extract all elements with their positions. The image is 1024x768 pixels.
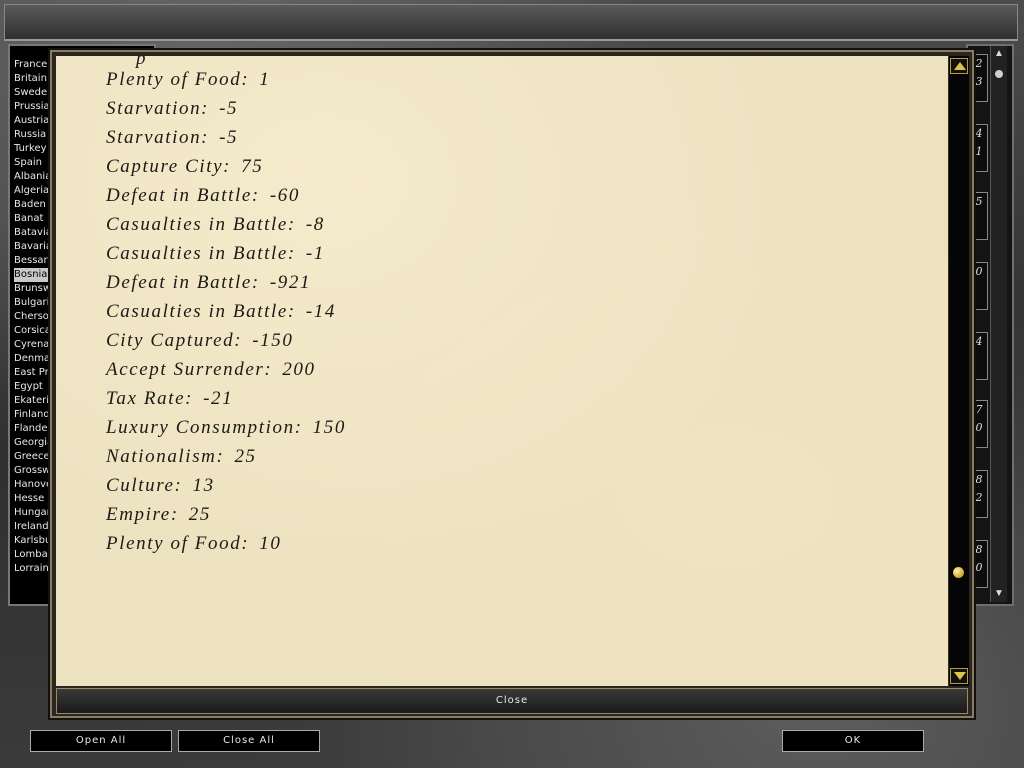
- log-list: Plenty of Food: 1 Starvation: -5 Starvation:…: [106, 65, 346, 558]
- log-entry-value: 10: [259, 533, 282, 554]
- log-entry: Empire: 25: [106, 500, 346, 529]
- log-entry: City Captured: -150: [106, 326, 346, 355]
- outer-scrollbar[interactable]: ▲ ▼: [990, 46, 1007, 602]
- scroll-down-button[interactable]: [950, 668, 968, 684]
- outer-scroll-thumb[interactable]: [995, 70, 1003, 78]
- arrow-down-icon: [954, 672, 966, 680]
- log-entry-label: Plenty of Food:: [106, 69, 250, 90]
- log-entry-label: Starvation:: [106, 98, 210, 119]
- log-entry: Accept Surrender: 200: [106, 355, 346, 384]
- log-entry-value: 1: [259, 69, 271, 90]
- scroll-up-button[interactable]: [950, 58, 968, 74]
- log-entry: Starvation: -5: [106, 94, 346, 123]
- log-entry: Tax Rate: -21: [106, 384, 346, 413]
- log-entry-value: 13: [192, 475, 215, 496]
- log-entry-label: Defeat in Battle:: [106, 185, 260, 206]
- log-entry: Casualties in Battle: -14: [106, 297, 346, 326]
- log-entry-label: Tax Rate:: [106, 388, 194, 409]
- log-entry-label: Luxury Consumption:: [106, 417, 303, 438]
- parchment-area: p Plenty of Food: 1 Starvation: -5 Starvatio…: [56, 56, 948, 686]
- log-entry-value: -5: [219, 98, 239, 119]
- event-log-dialog: p Plenty of Food: 1 Starvation: -5 Starvatio…: [50, 50, 974, 718]
- log-entry-label: Casualties in Battle:: [106, 214, 296, 235]
- log-entry-value: -8: [305, 214, 325, 235]
- log-entry-label: Casualties in Battle:: [106, 243, 296, 264]
- log-entry-label: Nationalism:: [106, 446, 225, 467]
- log-entry-label: Culture:: [106, 475, 183, 496]
- log-entry-value: -5: [219, 127, 239, 148]
- log-entry: Capture City: 75: [106, 152, 346, 181]
- log-entry: Nationalism: 25: [106, 442, 346, 471]
- log-entry-value: -60: [269, 185, 300, 206]
- log-entry: Casualties in Battle: -1: [106, 239, 346, 268]
- log-entry-value: 150: [312, 417, 346, 438]
- log-entry-value: -14: [305, 301, 336, 322]
- dialog-scrollbar[interactable]: [948, 56, 969, 686]
- log-entry-value: -21: [203, 388, 234, 409]
- log-entry: Defeat in Battle: -60: [106, 181, 346, 210]
- log-entry: Plenty of Food: 10: [106, 529, 346, 558]
- log-entry: Starvation: -5: [106, 123, 346, 152]
- log-entry: Casualties in Battle: -8: [106, 210, 346, 239]
- log-entry-label: Defeat in Battle:: [106, 272, 260, 293]
- scroll-thumb[interactable]: [953, 567, 964, 579]
- log-entry: Defeat in Battle: -921: [106, 268, 346, 297]
- scroll-down-icon[interactable]: ▼: [991, 588, 1007, 600]
- top-frame: [4, 4, 1018, 41]
- log-entry: Plenty of Food: 1: [106, 65, 346, 94]
- log-entry-value: -921: [269, 272, 312, 293]
- log-entry-value: 200: [282, 359, 316, 380]
- ok-button[interactable]: OK: [782, 730, 924, 752]
- log-entry-value: 75: [241, 156, 264, 177]
- log-entry-label: City Captured:: [106, 330, 243, 351]
- scroll-up-icon[interactable]: ▲: [991, 48, 1007, 60]
- log-entry-value: -150: [252, 330, 294, 351]
- open-all-button[interactable]: Open All: [30, 730, 172, 752]
- log-entry-value: 25: [188, 504, 211, 525]
- log-entry-label: Casualties in Battle:: [106, 301, 296, 322]
- close-all-button[interactable]: Close All: [178, 730, 320, 752]
- log-entry-label: Starvation:: [106, 127, 210, 148]
- close-button[interactable]: Close: [56, 688, 968, 714]
- log-entry-label: Plenty of Food:: [106, 533, 250, 554]
- log-entry-label: Accept Surrender:: [106, 359, 273, 380]
- log-entry: Culture: 13: [106, 471, 346, 500]
- log-entry: Luxury Consumption: 150: [106, 413, 346, 442]
- log-entry-value: -1: [305, 243, 325, 264]
- log-entry-value: 25: [234, 446, 257, 467]
- log-entry-label: Empire:: [106, 504, 179, 525]
- log-entry-label: Capture City:: [106, 156, 232, 177]
- arrow-up-icon: [954, 62, 966, 70]
